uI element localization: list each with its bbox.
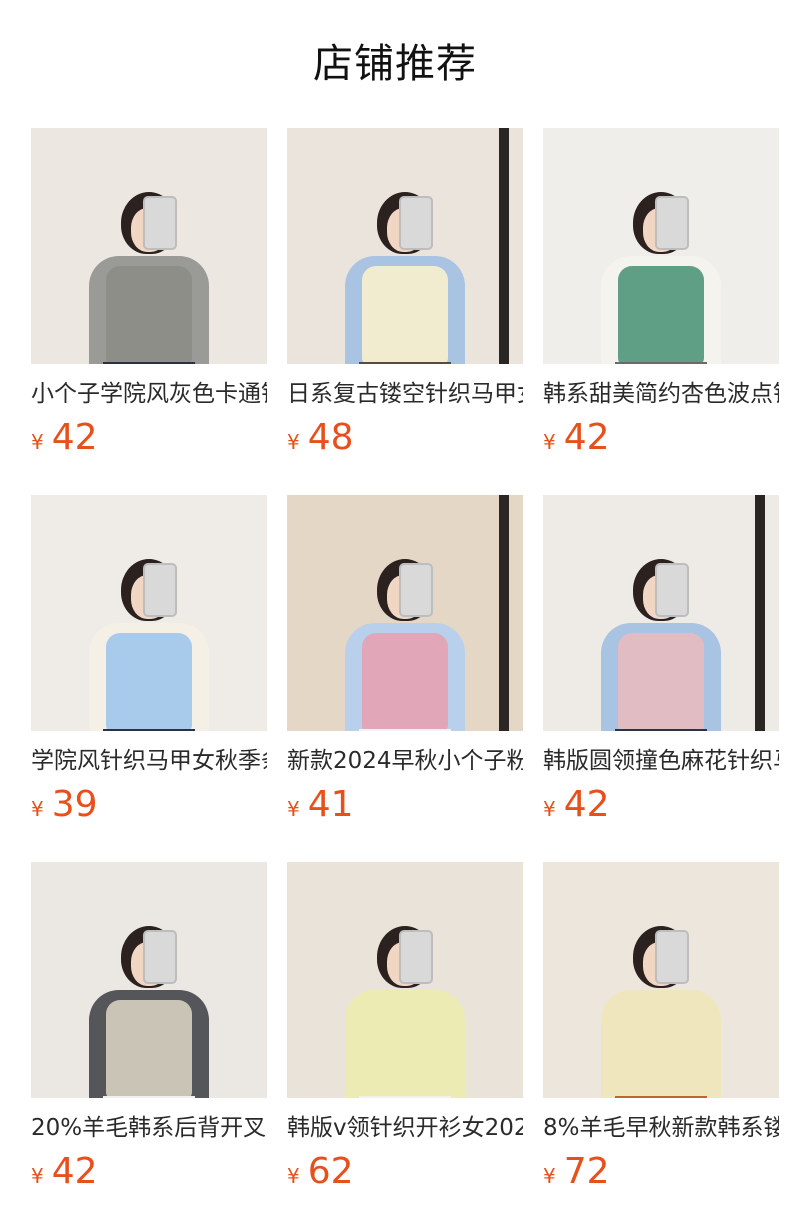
model-figure [586,541,736,731]
model-bottom [103,729,195,731]
model-figure [330,174,480,364]
phone-icon [143,196,177,250]
product-image[interactable] [543,495,779,731]
garment [106,633,192,731]
product-image[interactable] [287,128,523,364]
currency-symbol: ¥ [31,1164,44,1188]
product-price: ¥42 [543,783,779,827]
currency-symbol: ¥ [287,797,300,821]
product-card[interactable]: 日系复古镂空针织马甲女 ¥48 [287,128,523,468]
model-bottom [103,1096,195,1098]
product-image[interactable] [287,495,523,731]
model-bottom [615,1096,707,1098]
garment [362,266,448,364]
phone-icon [655,930,689,984]
price-value: 42 [51,1151,98,1192]
product-card[interactable]: 小个子学院风灰色卡通针织马甲 ¥42 [31,128,267,468]
model-bottom [359,362,451,364]
garment [362,633,448,731]
model-figure [586,908,736,1098]
model-bottom [615,362,707,364]
currency-symbol: ¥ [543,430,556,454]
product-image[interactable] [31,128,267,364]
product-name[interactable]: 20%羊毛韩系后背开叉针织马甲 [31,1112,267,1144]
mirror-frame [499,128,509,364]
product-card[interactable]: 韩版v领针织开衫女2024 ¥62 [287,862,523,1202]
model-figure [586,174,736,364]
garment [362,1000,448,1098]
garment [618,1000,704,1098]
phone-icon [143,563,177,617]
product-price: ¥42 [31,1150,267,1194]
price-value: 39 [51,784,98,825]
model-figure [74,174,224,364]
product-name[interactable]: 韩版圆领撞色麻花针织马甲 [543,745,779,777]
product-price: ¥42 [543,416,779,460]
model-bottom [615,729,707,731]
model-figure [74,541,224,731]
phone-icon [399,196,433,250]
phone-icon [399,930,433,984]
section-title: 店铺推荐 [313,41,477,87]
price-value: 42 [563,417,610,458]
price-value: 72 [563,1151,610,1192]
product-name[interactable]: 韩版v领针织开衫女2024 [287,1112,523,1144]
phone-icon [655,563,689,617]
price-value: 48 [307,417,354,458]
product-price: ¥72 [543,1150,779,1194]
product-price: ¥62 [287,1150,523,1194]
phone-icon [655,196,689,250]
currency-symbol: ¥ [543,1164,556,1188]
currency-symbol: ¥ [287,430,300,454]
price-value: 62 [307,1151,354,1192]
product-card[interactable]: 8%羊毛早秋新款韩系镂空开衫 ¥72 [543,862,779,1202]
currency-symbol: ¥ [31,430,44,454]
product-name[interactable]: 小个子学院风灰色卡通针织马甲 [31,378,267,410]
product-price: ¥41 [287,783,523,827]
model-bottom [359,1096,451,1098]
product-name[interactable]: 新款2024早秋小个子粉色麻花针织吊带 [287,745,523,777]
garment [618,266,704,364]
phone-icon [399,563,433,617]
product-card[interactable]: 韩版圆领撞色麻花针织马甲 ¥42 [543,495,779,835]
model-bottom [359,729,451,731]
model-bottom [103,362,195,364]
price-value: 42 [563,784,610,825]
garment [106,1000,192,1098]
price-value: 41 [307,784,354,825]
product-image[interactable] [31,862,267,1098]
product-price: ¥42 [31,416,267,460]
currency-symbol: ¥ [31,797,44,821]
product-card[interactable]: 学院风针织马甲女秋季条纹 ¥39 [31,495,267,835]
product-name[interactable]: 8%羊毛早秋新款韩系镂空开衫 [543,1112,779,1144]
mirror-frame [499,495,509,731]
product-image[interactable] [543,862,779,1098]
currency-symbol: ¥ [287,1164,300,1188]
model-figure [330,541,480,731]
garment [618,633,704,731]
model-figure [74,908,224,1098]
product-price: ¥48 [287,416,523,460]
product-name[interactable]: 日系复古镂空针织马甲女 [287,378,523,410]
product-price: ¥39 [31,783,267,827]
product-image[interactable] [31,495,267,731]
product-image[interactable] [287,862,523,1098]
garment [106,266,192,364]
currency-symbol: ¥ [543,797,556,821]
product-image[interactable] [543,128,779,364]
mirror-frame [755,495,765,731]
product-name[interactable]: 韩系甜美简约杏色波点针织吊带 [543,378,779,410]
product-name[interactable]: 学院风针织马甲女秋季条纹 [31,745,267,777]
recommend-page: 店铺推荐 小个子学院风灰色卡通针织马甲 ¥42 日系复古镂空针织马甲女 ¥48 韩系甜美… [0,0,790,1230]
model-figure [330,908,480,1098]
product-card[interactable]: 20%羊毛韩系后背开叉针织马甲 ¥42 [31,862,267,1202]
price-value: 42 [51,417,98,458]
product-card[interactable]: 新款2024早秋小个子粉色麻花针织吊带 ¥41 [287,495,523,835]
product-card[interactable]: 韩系甜美简约杏色波点针织吊带 ¥42 [543,128,779,468]
phone-icon [143,930,177,984]
